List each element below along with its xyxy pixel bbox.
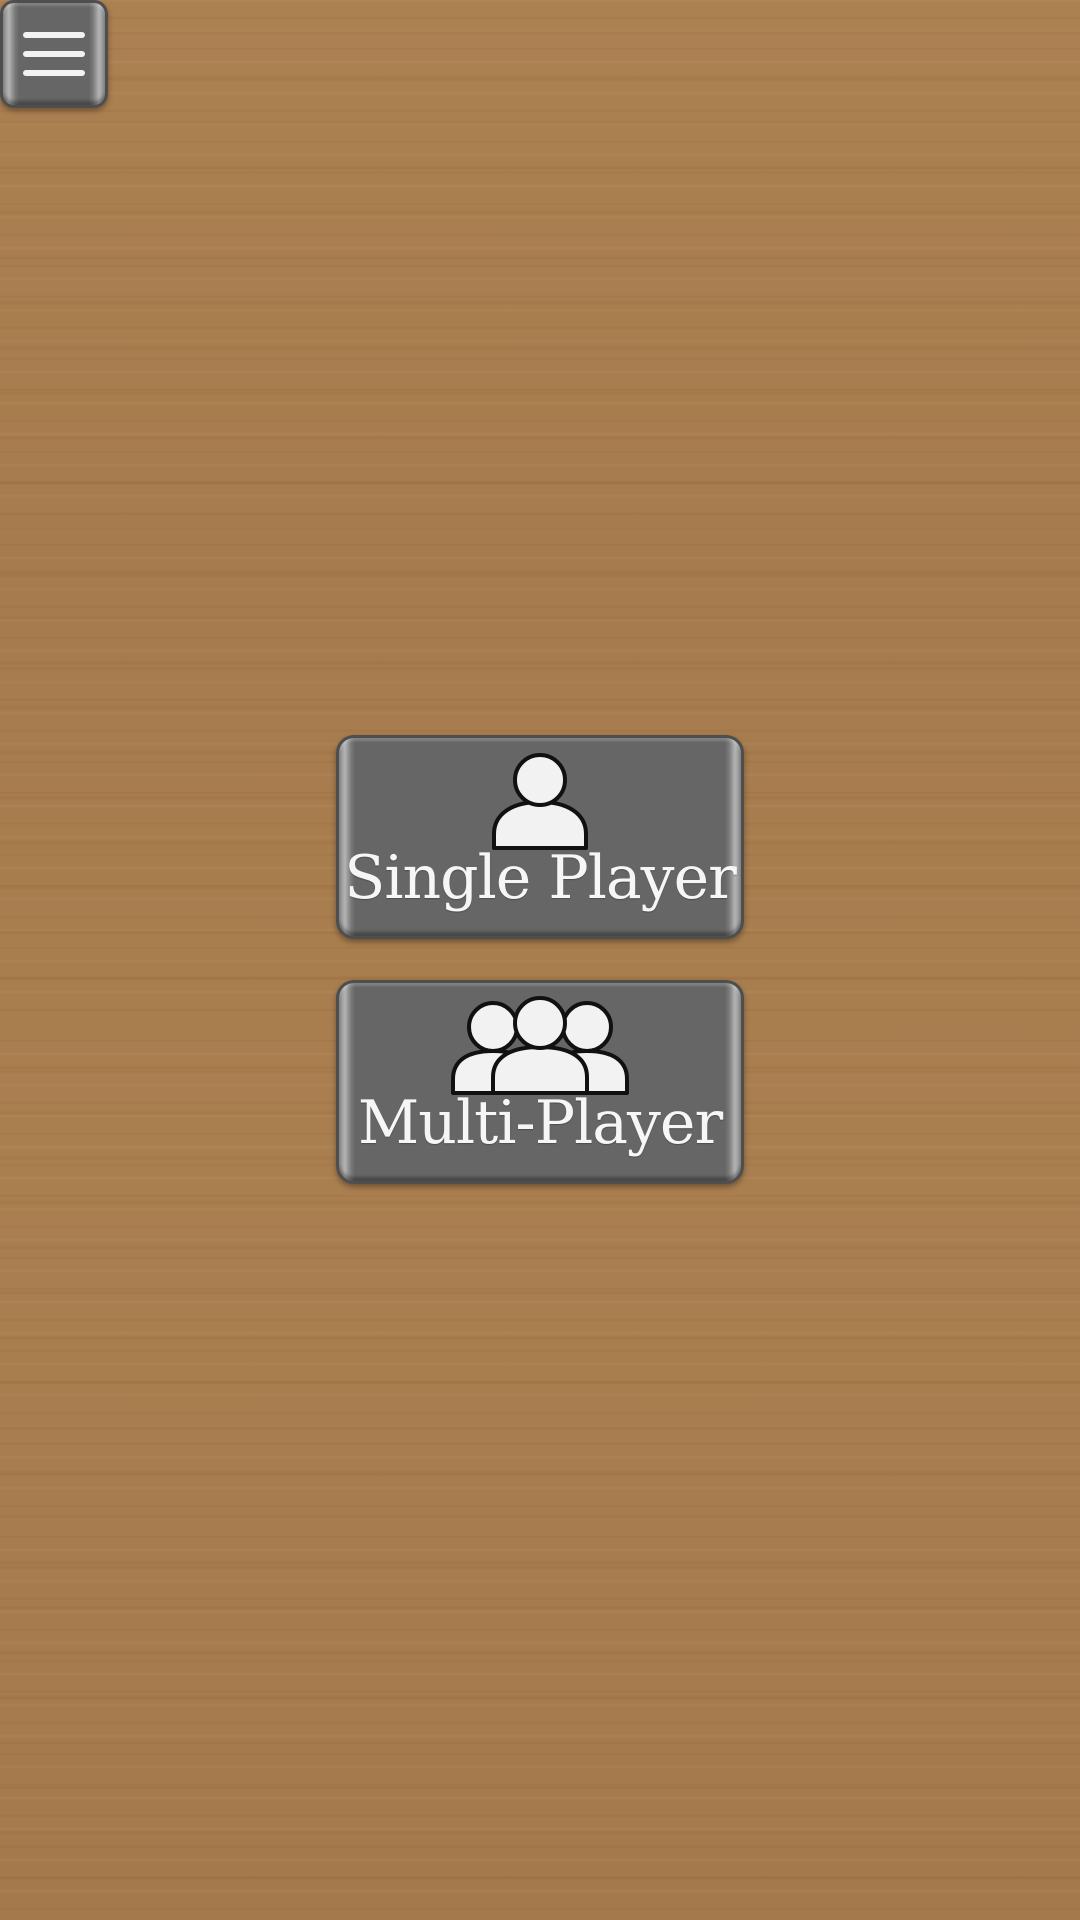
single-player-button[interactable]: Single Player bbox=[336, 735, 744, 939]
group-people-icon bbox=[451, 996, 629, 1095]
single-player-label: Single Player bbox=[344, 843, 737, 913]
multi-player-label: Multi-Player bbox=[357, 1088, 723, 1158]
menu-button[interactable] bbox=[0, 0, 108, 108]
hamburger-menu-icon bbox=[23, 32, 85, 76]
single-person-icon bbox=[492, 753, 588, 850]
multi-player-button[interactable]: Multi-Player bbox=[336, 980, 744, 1184]
